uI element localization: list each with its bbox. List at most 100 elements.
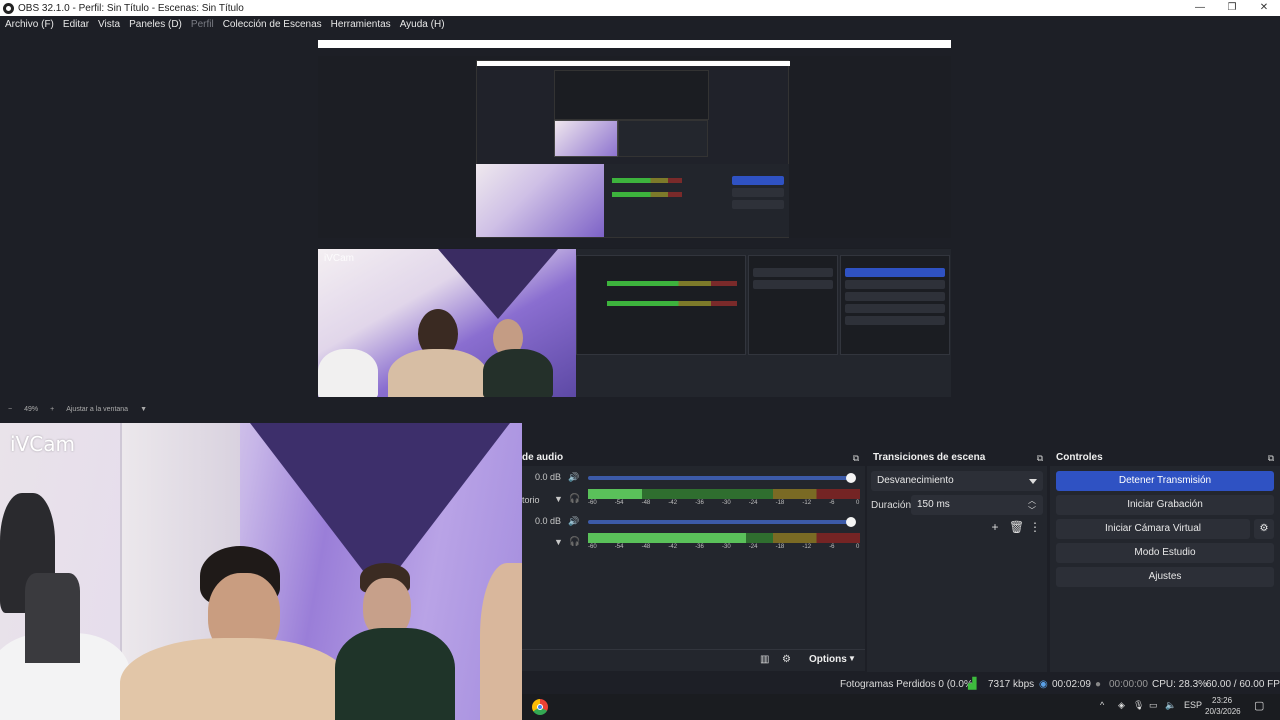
microphone-icon[interactable]: 🎙: [1133, 700, 1144, 711]
mixer-footer: ▥ ⚙ Options ▼: [522, 649, 865, 671]
fps: 60.00 / 60.00 FPS: [1206, 679, 1280, 690]
menu-archivo[interactable]: Archivo (F): [5, 19, 54, 30]
track2-volume-knob[interactable]: [846, 517, 856, 527]
transition-type-value: Desvanecimiento: [877, 475, 954, 486]
float-icon[interactable]: ⧉: [851, 453, 861, 463]
volume-icon[interactable]: 🔊: [568, 516, 579, 527]
controls-title: Controles: [1056, 452, 1103, 463]
meter-tick-label: 0: [856, 544, 860, 550]
transition-type-select[interactable]: Desvanecimiento: [871, 471, 1043, 491]
menu-bar: Archivo (F) Editar Vista Paneles (D) Per…: [0, 16, 1280, 32]
chevron-up-icon[interactable]: ^: [1100, 700, 1104, 710]
stop-streaming-button[interactable]: Detener Transmisión: [1056, 471, 1274, 491]
zoom-out-button[interactable]: −: [8, 406, 12, 413]
notifications-icon[interactable]: ▢: [1254, 699, 1264, 712]
chevron-down-icon[interactable]: ▼: [140, 406, 147, 413]
meter-tick-label: -12: [802, 500, 812, 506]
track2-db: 0.0 dB: [535, 516, 562, 526]
controls-dock: Detener Transmisión Iniciar Grabación In…: [1050, 466, 1280, 672]
trash-icon[interactable]: 🗑: [1009, 520, 1024, 534]
clock-time[interactable]: 23:26: [1212, 696, 1232, 705]
settings-button[interactable]: Ajustes: [1056, 567, 1274, 587]
menu-perfil: Perfil: [190, 18, 214, 30]
menu-ayuda[interactable]: Ayuda (H): [400, 19, 445, 30]
record-icon: ●: [1095, 679, 1102, 690]
options-button[interactable]: Options: [809, 654, 847, 665]
preview-nested-zoombar: [318, 238, 951, 248]
meter-tick-label: -12: [802, 544, 812, 550]
meter-tick-label: -36: [695, 544, 704, 550]
chevron-down-icon[interactable]: ﹀: [1028, 501, 1036, 521]
scene-transitions-dock: Desvanecimiento Duración 150 ms ︿ ﹀ + 🗑 …: [867, 466, 1047, 672]
float-icon[interactable]: ⧉: [1266, 453, 1276, 463]
preview-nested-camera: [476, 164, 604, 237]
status-bar: Fotogramas Perdidos 0 (0.0%) ▟ 7317 kbps…: [522, 676, 1280, 694]
meter-tick-label: -18: [775, 500, 785, 506]
language-indicator[interactable]: ESP: [1184, 700, 1202, 710]
meter-tick-label: -6: [829, 500, 835, 506]
window-titlebar: OBS 32.1.0 - Perfil: Sin Título - Escena…: [0, 0, 1280, 16]
speaker-icon[interactable]: 🔈: [1165, 700, 1176, 711]
duration-value: 150 ms: [917, 499, 950, 510]
chevron-down-icon[interactable]: ▼: [848, 654, 856, 663]
transitions-title: Transiciones de escena: [873, 452, 986, 463]
camera-label: iVCam: [10, 432, 75, 456]
menu-vista[interactable]: Vista: [98, 19, 120, 30]
dropped-frames: Fotogramas Perdidos 0 (0.0%): [840, 679, 977, 690]
meter-tick-label: -60: [588, 500, 597, 506]
network-icon[interactable]: ▭: [1149, 700, 1158, 711]
maximize-button[interactable]: ❐: [1216, 0, 1248, 16]
chevron-down-icon[interactable]: ▼: [554, 494, 563, 504]
zoom-level: 49%: [24, 405, 39, 413]
preview-nested-docks: [576, 249, 951, 397]
meter-tick-label: -36: [695, 500, 704, 506]
bitrate: 7317 kbps: [988, 679, 1035, 690]
volume-icon[interactable]: 🔊: [568, 472, 579, 483]
gear-icon[interactable]: ⚙: [1254, 519, 1274, 539]
meter-tick-label: -48: [641, 544, 651, 550]
clock-date[interactable]: 20/3/2026: [1205, 707, 1241, 716]
minimize-button[interactable]: —: [1184, 0, 1216, 16]
headphones-icon[interactable]: 🎧: [569, 493, 580, 504]
gear-icon[interactable]: ⚙: [782, 654, 791, 665]
tray-app-icon[interactable]: ◈: [1118, 700, 1125, 711]
menu-herramientas[interactable]: Herramientas: [331, 19, 391, 30]
chevron-down-icon[interactable]: ▼: [554, 537, 563, 547]
track2-volume-slider[interactable]: [588, 520, 850, 524]
headphones-icon[interactable]: 🎧: [569, 536, 580, 547]
columns-icon[interactable]: ▥: [760, 654, 769, 665]
cpu-usage: CPU: 28.3%: [1152, 679, 1208, 690]
audio-mixer: 0.0 dB 🔊 torio ▼ 🎧 -60 -54 -48 -42 -36 -30 -24…: [522, 466, 865, 650]
preview-nested-panels: [604, 164, 789, 237]
menu-editar[interactable]: Editar: [63, 19, 89, 30]
meter-tick-label: 0: [856, 500, 860, 506]
start-virtual-camera-button[interactable]: Iniciar Cámara Virtual: [1056, 519, 1250, 539]
add-icon[interactable]: +: [988, 520, 1002, 534]
track2-meter: [588, 533, 860, 543]
menu-coleccion-escenas[interactable]: Colección de Escenas: [223, 19, 322, 30]
fit-window-select[interactable]: Ajustar a la ventana: [66, 406, 128, 413]
obs-logo-icon: [3, 2, 14, 14]
meter-tick-label: -30: [722, 544, 731, 550]
preview-nested-deep-window: [554, 70, 709, 120]
float-icon[interactable]: ⧉: [1035, 453, 1045, 463]
meter-tick-label: -48: [641, 500, 651, 506]
meter-tick-label: -24: [748, 544, 758, 550]
scene-preview[interactable]: iVCam: [318, 40, 951, 397]
preview-nested-menubar: [318, 48, 951, 56]
start-recording-button[interactable]: Iniciar Grabación: [1056, 495, 1274, 515]
more-icon[interactable]: ⋮: [1028, 520, 1042, 534]
track1-volume-slider[interactable]: [588, 476, 850, 480]
preview-camera-source: iVCam: [318, 249, 576, 397]
record-time: 00:00:00: [1109, 679, 1148, 690]
chrome-icon[interactable]: [532, 699, 548, 715]
signal-icon: ▟: [968, 678, 977, 690]
studio-mode-button[interactable]: Modo Estudio: [1056, 543, 1274, 563]
menu-paneles[interactable]: Paneles (D): [129, 19, 182, 30]
zoom-in-button[interactable]: +: [50, 406, 54, 413]
track1-volume-knob[interactable]: [846, 473, 856, 483]
close-button[interactable]: ✕: [1248, 0, 1280, 16]
duration-spinbox[interactable]: 150 ms ︿ ﹀: [911, 495, 1043, 515]
track1-name: torio: [522, 495, 540, 505]
duration-label: Duración: [871, 500, 912, 511]
